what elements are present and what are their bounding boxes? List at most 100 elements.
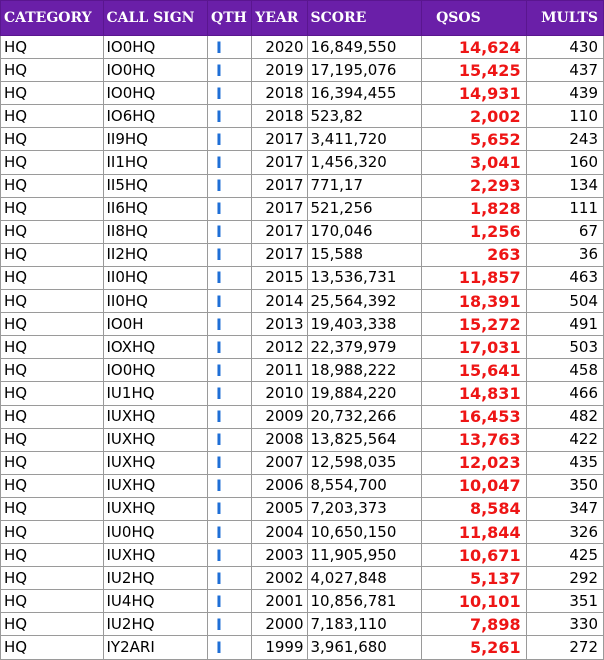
cell-call-sign: IO0H <box>102 312 209 337</box>
cell-category: HQ <box>0 566 104 591</box>
cell-mults: 430 <box>525 34 604 60</box>
table-row: HQ IO0HQ I 2018 16,394,455 14,931 439 <box>0 81 604 106</box>
cell-category: HQ <box>0 519 104 545</box>
cell-category: HQ <box>0 450 104 475</box>
cell-score: 771,17 <box>306 173 423 198</box>
cell-call-sign: IUXHQ <box>102 404 209 429</box>
cell-mults: 437 <box>525 58 604 83</box>
table-row: HQ IU2HQ I 2000 7,183,110 7,898 330 <box>0 612 604 637</box>
cell-call-sign: IO0HQ <box>102 358 209 383</box>
cell-qth: I <box>207 173 253 198</box>
cell-category: HQ <box>0 358 104 383</box>
table-row: HQ IO0H I 2013 19,403,338 15,272 491 <box>0 312 604 337</box>
results-table: CATEGORY CALL SIGN QTH YEAR SCORE QSOS M… <box>0 0 604 660</box>
table-row: HQ II8HQ I 2017 170,046 1,256 67 <box>0 219 604 244</box>
cell-qth: I <box>207 358 253 383</box>
cell-score: 3,411,720 <box>306 127 423 152</box>
cell-qth: I <box>207 543 253 568</box>
table-header: CATEGORY CALL SIGN QTH YEAR SCORE QSOS M… <box>0 0 604 36</box>
cell-call-sign: IU4HQ <box>102 589 209 614</box>
table-row: HQ IU1HQ I 2010 19,884,220 14,831 466 <box>0 381 604 406</box>
cell-call-sign: IY2ARI <box>102 635 209 660</box>
cell-score: 1,456,320 <box>306 150 423 175</box>
cell-qth: I <box>207 150 253 175</box>
cell-qth: I <box>207 265 253 291</box>
cell-category: HQ <box>0 34 104 60</box>
cell-mults: 351 <box>525 589 604 614</box>
cell-mults: 350 <box>525 473 604 498</box>
cell-qth: I <box>207 427 253 452</box>
cell-mults: 466 <box>525 381 604 406</box>
cell-score: 13,825,564 <box>306 427 423 452</box>
cell-score: 22,379,979 <box>306 335 423 360</box>
table-row: HQ IUXHQ I 2005 7,203,373 8,584 347 <box>0 496 604 521</box>
cell-category: HQ <box>0 635 104 660</box>
table-row: HQ II0HQ I 2015 13,536,731 11,857 463 <box>0 265 604 291</box>
cell-year: 2018 <box>251 81 308 106</box>
cell-qsos: 10,101 <box>421 589 527 614</box>
cell-qth: I <box>207 58 253 83</box>
cell-qth: I <box>207 566 253 591</box>
cell-score: 19,884,220 <box>306 381 423 406</box>
cell-call-sign: II8HQ <box>102 219 209 244</box>
cell-score: 20,732,266 <box>306 404 423 429</box>
cell-year: 2008 <box>251 427 308 452</box>
header-category: CATEGORY <box>0 0 104 36</box>
cell-category: HQ <box>0 127 104 152</box>
cell-mults: 425 <box>525 543 604 568</box>
cell-mults: 463 <box>525 265 604 291</box>
cell-category: HQ <box>0 473 104 498</box>
cell-qsos: 1,256 <box>421 219 527 244</box>
cell-mults: 36 <box>525 242 604 267</box>
header-row: CATEGORY CALL SIGN QTH YEAR SCORE QSOS M… <box>0 0 604 36</box>
cell-score: 25,564,392 <box>306 289 423 314</box>
table-row: HQ II2HQ I 2017 15,588 263 36 <box>0 242 604 267</box>
cell-call-sign: IO0HQ <box>102 34 209 60</box>
cell-mults: 439 <box>525 81 604 106</box>
cell-year: 2015 <box>251 265 308 291</box>
cell-qsos: 14,931 <box>421 81 527 106</box>
cell-qsos: 18,391 <box>421 289 527 314</box>
cell-qsos: 1,828 <box>421 196 527 221</box>
table-row: HQ II6HQ I 2017 521,256 1,828 111 <box>0 196 604 221</box>
cell-category: HQ <box>0 173 104 198</box>
cell-year: 2005 <box>251 496 308 521</box>
cell-mults: 134 <box>525 173 604 198</box>
header-score: SCORE <box>306 0 423 36</box>
cell-qsos: 2,293 <box>421 173 527 198</box>
cell-category: HQ <box>0 289 104 314</box>
cell-call-sign: IO0HQ <box>102 81 209 106</box>
table-row: HQ IU0HQ I 2004 10,650,150 11,844 326 <box>0 519 604 545</box>
cell-qsos: 13,763 <box>421 427 527 452</box>
cell-score: 18,988,222 <box>306 358 423 383</box>
cell-year: 2020 <box>251 34 308 60</box>
cell-call-sign: IUXHQ <box>102 427 209 452</box>
cell-qth: I <box>207 335 253 360</box>
table-row: HQ IOXHQ I 2012 22,379,979 17,031 503 <box>0 335 604 360</box>
cell-year: 2011 <box>251 358 308 383</box>
cell-qth: I <box>207 127 253 152</box>
table-row: HQ IO0HQ I 2011 18,988,222 15,641 458 <box>0 358 604 383</box>
cell-qsos: 15,272 <box>421 312 527 337</box>
cell-qsos: 10,047 <box>421 473 527 498</box>
cell-qsos: 7,898 <box>421 612 527 637</box>
cell-qsos: 15,641 <box>421 358 527 383</box>
header-call-sign: CALL SIGN <box>102 0 209 36</box>
table-body: HQ IO0HQ I 2020 16,849,550 14,624 430 HQ IO0HQ I 2… <box>0 34 604 660</box>
cell-call-sign: IOXHQ <box>102 335 209 360</box>
cell-score: 13,536,731 <box>306 265 423 291</box>
cell-year: 1999 <box>251 635 308 660</box>
cell-score: 3,961,680 <box>306 635 423 660</box>
cell-score: 8,554,700 <box>306 473 423 498</box>
cell-mults: 160 <box>525 150 604 175</box>
cell-category: HQ <box>0 104 104 129</box>
cell-category: HQ <box>0 381 104 406</box>
cell-score: 10,856,781 <box>306 589 423 614</box>
cell-call-sign: IUXHQ <box>102 473 209 498</box>
table-row: HQ IY2ARI I 1999 3,961,680 5,261 272 <box>0 635 604 660</box>
cell-call-sign: IU2HQ <box>102 566 209 591</box>
cell-category: HQ <box>0 496 104 521</box>
header-qsos: QSOS <box>421 0 527 36</box>
cell-call-sign: II5HQ <box>102 173 209 198</box>
cell-mults: 272 <box>525 635 604 660</box>
